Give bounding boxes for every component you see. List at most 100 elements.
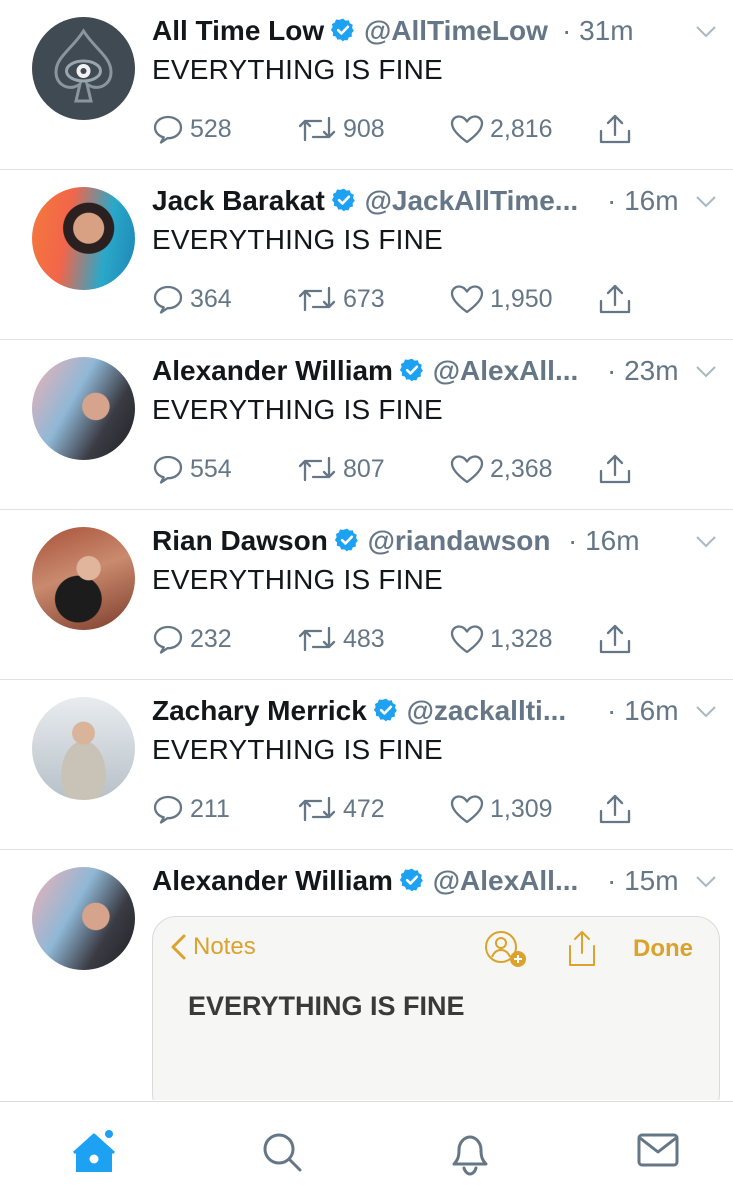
reply-icon (153, 455, 183, 484)
author-name[interactable]: All Time Low (152, 15, 324, 46)
tweet-author[interactable]: Alexander William @AlexAll... (152, 354, 578, 388)
reply-icon (153, 625, 183, 654)
tweet-author[interactable]: Jack Barakat @JackAllTime... (152, 184, 578, 218)
heart-icon (450, 625, 484, 654)
share-icon (599, 794, 631, 824)
reply-button[interactable]: 528 (152, 112, 232, 146)
tweet-text: EVERYTHING IS FINE (152, 224, 443, 255)
tweet-author[interactable]: All Time Low @AllTimeLow (152, 14, 548, 48)
retweet-button[interactable]: 807 (297, 452, 385, 486)
tab-messages[interactable] (636, 1130, 680, 1174)
like-button[interactable]: 2,816 (450, 112, 553, 146)
tweet-text: EVERYTHING IS FINE (152, 394, 443, 425)
like-count: 1,328 (490, 624, 553, 653)
retweet-button[interactable]: 483 (297, 622, 385, 656)
reply-count: 528 (190, 114, 232, 143)
author-name[interactable]: Alexander William (152, 355, 393, 386)
reply-count: 554 (190, 454, 232, 483)
share-button[interactable] (598, 112, 632, 146)
share-button[interactable] (598, 792, 632, 826)
tweet-actions: 211 472 1,309 (152, 792, 642, 826)
chevron-down-icon[interactable] (693, 18, 719, 44)
tweet-timestamp: · 16m (607, 695, 679, 726)
chevron-down-icon[interactable] (693, 868, 719, 894)
tweet[interactable]: Zachary Merrick @zackallti... · 16m EVER… (0, 680, 733, 850)
tweet[interactable]: All Time Low @AllTimeLow · 31m EVERYTHIN… (0, 0, 733, 170)
spade-eye-logo (54, 28, 113, 103)
retweet-count: 483 (343, 624, 385, 653)
author-handle[interactable]: @riandawson (368, 525, 551, 556)
retweet-button[interactable]: 472 (297, 792, 385, 826)
tweet-author[interactable]: Rian Dawson @riandawson (152, 524, 550, 558)
bottom-tab-bar (0, 1101, 733, 1201)
like-button[interactable]: 1,950 (450, 282, 553, 316)
share-button[interactable] (598, 622, 632, 656)
author-name[interactable]: Rian Dawson (152, 525, 328, 556)
verified-badge-icon (373, 698, 397, 722)
avatar[interactable] (32, 697, 135, 800)
author-name[interactable]: Zachary Merrick (152, 695, 367, 726)
chevron-down-icon[interactable] (693, 528, 719, 554)
share-button[interactable] (598, 452, 632, 486)
notes-done-label: Done (633, 935, 693, 962)
tweet[interactable]: Alexander William @AlexAll... · 23m EVER… (0, 340, 733, 510)
author-name[interactable]: Jack Barakat (152, 185, 325, 216)
retweet-icon (298, 116, 336, 142)
verified-badge-icon (334, 528, 358, 552)
chevron-left-icon (171, 934, 186, 960)
like-button[interactable]: 2,368 (450, 452, 553, 486)
timeline-feed[interactable]: All Time Low @AllTimeLow · 31m EVERYTHIN… (0, 0, 733, 1100)
verified-badge-icon (331, 188, 355, 212)
reply-icon (153, 795, 183, 824)
retweet-button[interactable]: 673 (297, 282, 385, 316)
heart-icon (450, 455, 484, 484)
tweet[interactable]: Rian Dawson @riandawson · 16m EVERYTHING… (0, 510, 733, 680)
tweet-timestamp: · 31m (562, 15, 634, 46)
chevron-down-icon[interactable] (693, 698, 719, 724)
verified-badge-icon (399, 358, 423, 382)
tab-home[interactable] (72, 1130, 116, 1174)
reply-button[interactable]: 554 (152, 452, 232, 486)
like-count: 1,309 (490, 794, 553, 823)
share-icon (599, 114, 631, 144)
author-handle[interactable]: @AlexAll... (433, 865, 579, 896)
like-button[interactable]: 1,309 (450, 792, 553, 826)
tweet-author[interactable]: Zachary Merrick @zackallti... (152, 694, 566, 728)
like-count: 2,368 (490, 454, 553, 483)
attached-image-notes-screenshot[interactable]: Notes Done EVERYTHING IS FINE (152, 916, 720, 1100)
tab-notifications[interactable] (448, 1130, 492, 1176)
chevron-down-icon[interactable] (693, 188, 719, 214)
reply-button[interactable]: 232 (152, 622, 232, 656)
author-handle[interactable]: @AlexAll... (433, 355, 579, 386)
like-button[interactable]: 1,328 (450, 622, 553, 656)
avatar[interactable] (32, 867, 135, 970)
author-name[interactable]: Alexander William (152, 865, 393, 896)
reply-icon (153, 285, 183, 314)
like-count: 2,816 (490, 114, 553, 143)
avatar[interactable] (32, 17, 135, 120)
share-button[interactable] (598, 282, 632, 316)
messages-icon (637, 1133, 679, 1167)
retweet-button[interactable]: 908 (297, 112, 385, 146)
reply-button[interactable]: 364 (152, 282, 232, 316)
retweet-count: 807 (343, 454, 385, 483)
tweet-author[interactable]: Alexander William @AlexAll... (152, 864, 578, 898)
tweet-timestamp: · 15m (607, 865, 679, 896)
tab-search[interactable] (260, 1130, 304, 1174)
retweet-count: 472 (343, 794, 385, 823)
avatar[interactable] (32, 527, 135, 630)
avatar[interactable] (32, 357, 135, 460)
author-handle[interactable]: @AllTimeLow (364, 15, 548, 46)
author-handle[interactable]: @zackallti... (407, 695, 567, 726)
avatar[interactable] (32, 187, 135, 290)
chevron-down-icon[interactable] (693, 358, 719, 384)
reply-icon (153, 115, 183, 144)
author-handle[interactable]: @JackAllTime... (365, 185, 579, 216)
notifications-icon (452, 1135, 488, 1176)
notes-back-link: Notes (169, 933, 256, 961)
heart-icon (450, 115, 484, 144)
tweet[interactable]: Alexander William @AlexAll... · 15m Note… (0, 850, 733, 1100)
tweet-actions: 232 483 1,328 (152, 622, 642, 656)
tweet[interactable]: Jack Barakat @JackAllTime... · 16m EVERY… (0, 170, 733, 340)
reply-button[interactable]: 211 (152, 792, 230, 826)
